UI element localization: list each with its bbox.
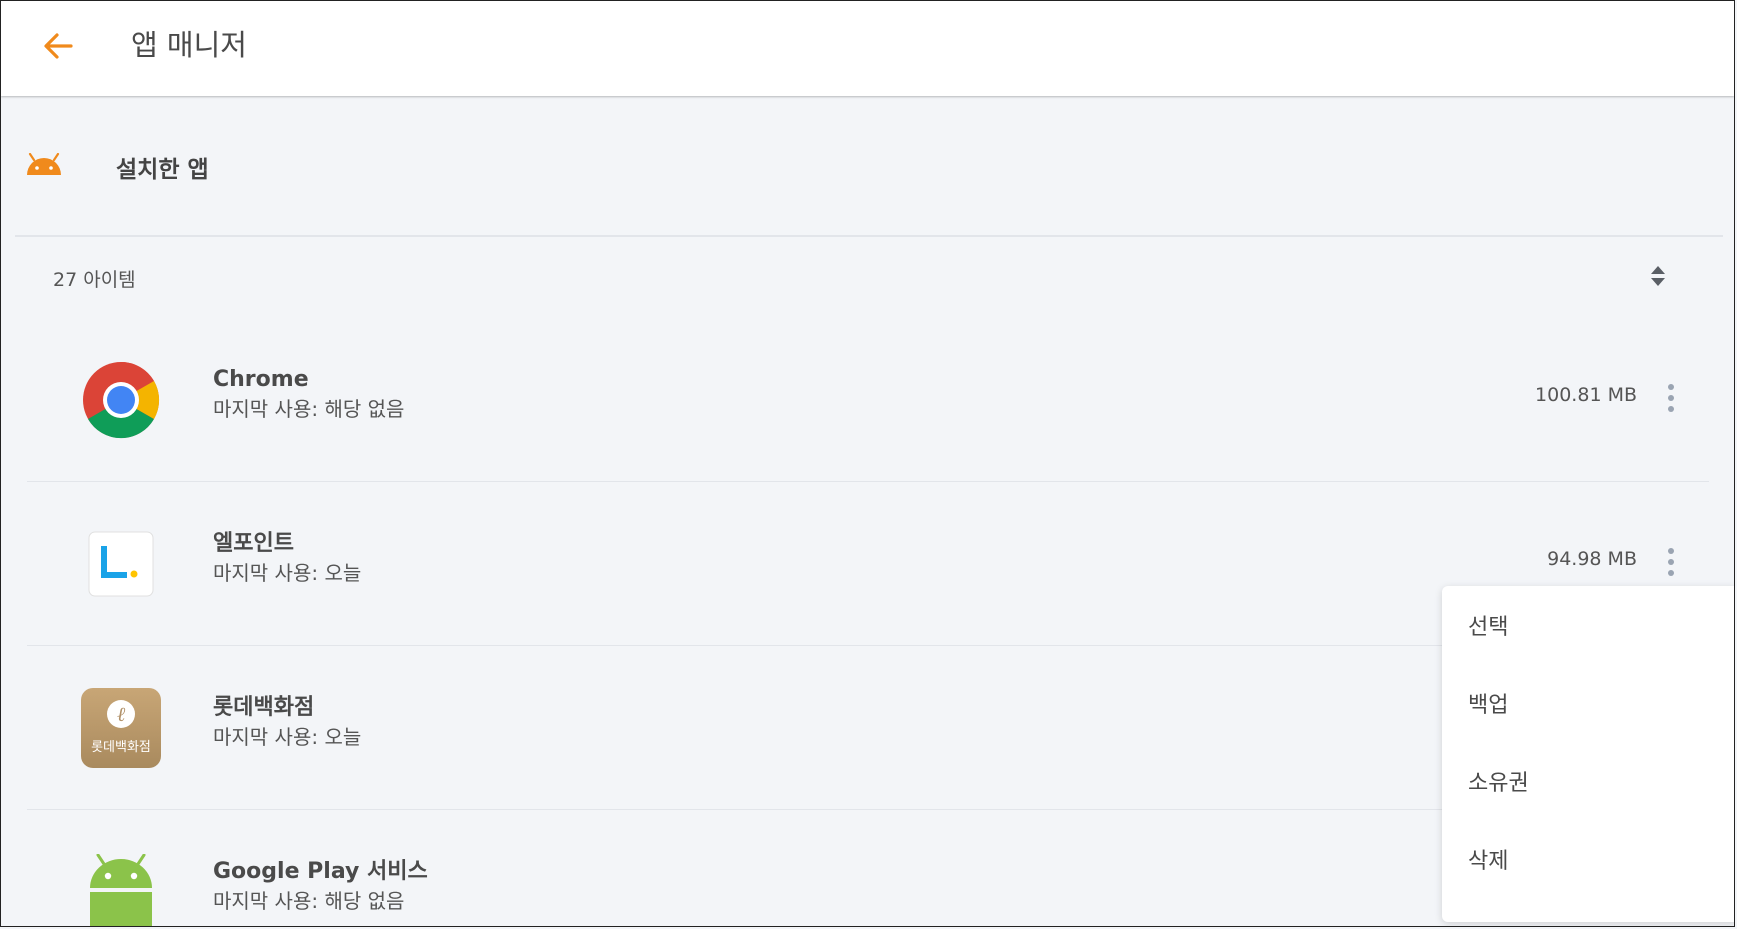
chrome-icon bbox=[81, 360, 161, 440]
android-icon bbox=[25, 152, 63, 177]
more-vert-icon bbox=[1668, 384, 1674, 390]
app-last-used: 마지막 사용: 오늘 bbox=[213, 725, 362, 749]
app-size: 94.98 MB bbox=[1547, 548, 1637, 570]
top-app-bar: 앱 매니저 bbox=[1, 1, 1734, 96]
sort-icon bbox=[1649, 264, 1667, 292]
menu-item-delete[interactable]: 삭제 bbox=[1442, 820, 1734, 898]
app-size: 100.81 MB bbox=[1535, 384, 1637, 406]
list-header: 27 아이템 bbox=[1, 241, 1734, 316]
lotte-icon-tile: ℓ 롯데백화점 bbox=[81, 688, 161, 768]
more-options-button[interactable] bbox=[1659, 542, 1683, 582]
menu-item-select[interactable]: 선택 bbox=[1442, 586, 1734, 664]
context-menu: 선택 백업 소유권 삭제 bbox=[1442, 586, 1734, 922]
item-count: 27 아이템 bbox=[53, 269, 136, 291]
sort-button[interactable] bbox=[1641, 261, 1675, 295]
lotte-icon-label: 롯데백화점 bbox=[91, 740, 151, 755]
app-manager-screen: 앱 매니저 설치한 앱 27 아이템 Chrome 마지막 사용: 해당 없음 … bbox=[0, 0, 1735, 927]
installed-apps-header: 설치한 앱 bbox=[1, 97, 1734, 237]
android-robot-icon bbox=[81, 854, 161, 926]
page-title: 앱 매니저 bbox=[131, 28, 247, 62]
menu-item-ownership[interactable]: 소유권 bbox=[1442, 742, 1734, 820]
more-options-button[interactable] bbox=[1659, 378, 1683, 418]
app-name: 롯데백화점 bbox=[213, 695, 315, 720]
section-divider bbox=[15, 235, 1723, 237]
list-item[interactable]: Chrome 마지막 사용: 해당 없음 100.81 MB bbox=[27, 318, 1709, 482]
lpoint-icon bbox=[81, 524, 161, 604]
app-name: Google Play 서비스 bbox=[213, 859, 428, 884]
app-name: 엘포인트 bbox=[213, 531, 294, 556]
lotte-logo-circle: ℓ bbox=[107, 700, 135, 728]
menu-item-backup[interactable]: 백업 bbox=[1442, 664, 1734, 742]
section-title: 설치한 앱 bbox=[116, 157, 209, 183]
app-last-used: 마지막 사용: 해당 없음 bbox=[213, 889, 405, 913]
app-name: Chrome bbox=[213, 367, 309, 392]
app-last-used: 마지막 사용: 오늘 bbox=[213, 561, 362, 585]
arrow-left-icon bbox=[41, 31, 75, 65]
lotte-department-store-icon: ℓ 롯데백화점 bbox=[81, 688, 161, 768]
back-button[interactable] bbox=[33, 23, 83, 73]
app-last-used: 마지막 사용: 해당 없음 bbox=[213, 397, 405, 421]
more-vert-icon bbox=[1668, 548, 1674, 554]
